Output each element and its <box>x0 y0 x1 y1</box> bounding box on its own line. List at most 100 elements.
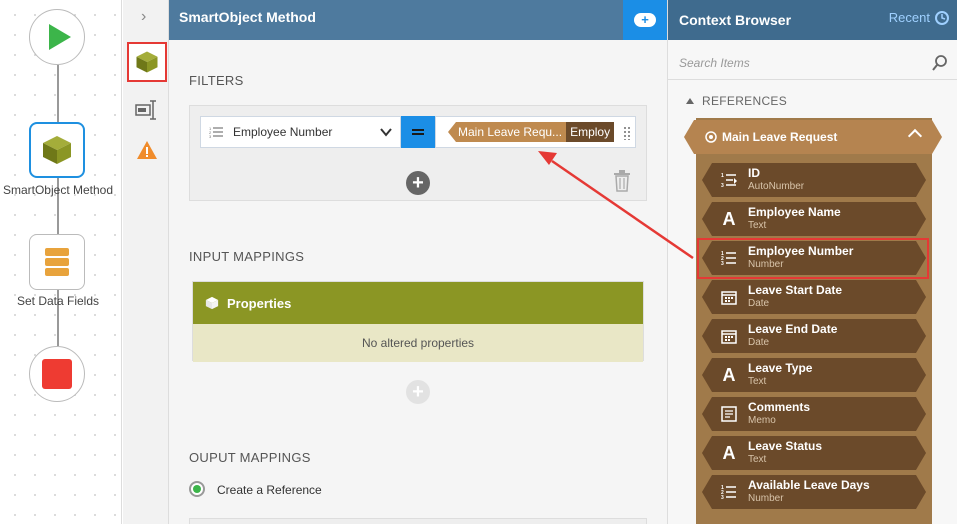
smartobject-tab[interactable] <box>127 42 167 82</box>
field-type: AutoNumber <box>748 181 805 192</box>
filter-box: 1 2 3 Employee Number Main Leave Requ...… <box>189 105 647 201</box>
filter-value-input[interactable]: Main Leave Requ... Employ <box>435 116 636 148</box>
rename-tab[interactable] <box>127 90 167 130</box>
svg-text:1: 1 <box>721 173 724 179</box>
field-type: Date <box>748 298 770 309</box>
highlight-box <box>697 238 929 279</box>
field-type: Memo <box>748 415 776 426</box>
references-section[interactable]: REFERENCES <box>686 94 787 108</box>
chevron-right-icon[interactable]: › <box>141 8 146 26</box>
no-altered-properties: No altered properties <box>193 324 643 362</box>
smartobject-method-node[interactable] <box>29 122 85 178</box>
token-field: Employ <box>566 122 615 142</box>
field-item[interactable]: Leave Start Date Date <box>702 280 926 314</box>
chevron-up-icon <box>908 129 922 143</box>
properties-icon-strip: › <box>123 0 169 524</box>
set-data-fields-node[interactable] <box>29 234 85 290</box>
add-to-context-button[interactable]: + <box>623 0 667 40</box>
output-mappings-title: OUPUT MAPPINGS <box>189 450 311 465</box>
text-icon: A <box>722 208 736 229</box>
chevron-down-icon <box>380 128 392 137</box>
field-name: Leave Type <box>748 361 813 375</box>
svg-text:3: 3 <box>721 183 724 188</box>
smartobject-method-label: SmartObject Method <box>2 183 114 197</box>
field-type: Text <box>748 220 767 231</box>
output-box <box>189 518 647 524</box>
trash-icon[interactable] <box>613 170 631 192</box>
field-type: Number <box>748 493 784 504</box>
field-type: Date <box>748 337 770 348</box>
token-reference: Main Leave Requ... <box>448 122 567 142</box>
workflow-canvas[interactable]: SmartObject Method Set Data Fields <box>0 0 122 524</box>
start-node[interactable] <box>29 9 85 65</box>
field-item[interactable]: 13 ID AutoNumber <box>702 163 926 197</box>
memo-icon <box>720 405 738 423</box>
date-icon <box>720 327 738 345</box>
stop-icon <box>42 359 72 389</box>
context-browser-header: Context Browser Recent <box>668 0 957 40</box>
field-type: Text <box>748 454 767 465</box>
set-data-fields-label: Set Data Fields <box>16 294 100 308</box>
field-name: ID <box>748 166 760 180</box>
play-icon <box>49 24 71 50</box>
field-item[interactable]: A Leave Status Text <box>702 436 926 470</box>
rename-icon <box>135 100 156 120</box>
number-list-icon: 1 2 3 <box>209 126 223 138</box>
create-reference-radio[interactable] <box>189 481 205 497</box>
autonumber-icon: 13 <box>720 171 738 189</box>
create-reference-label: Create a Reference <box>217 483 322 497</box>
clock-icon <box>935 10 949 25</box>
text-icon: A <box>722 364 736 385</box>
field-item[interactable]: A Leave Type Text <box>702 358 926 392</box>
equals-icon <box>412 129 424 131</box>
context-browser: Context Browser Recent Search Items REFE… <box>667 0 957 524</box>
field-name: Comments <box>748 400 811 414</box>
smartobject-method-panel: SmartObject Method + FILTERS 1 2 3 Emplo… <box>169 0 667 524</box>
properties-label: Properties <box>227 295 292 311</box>
field-name: Leave End Date <box>748 322 838 336</box>
filter-row: 1 2 3 Employee Number Main Leave Requ...… <box>200 116 636 148</box>
search-icon[interactable] <box>932 55 948 71</box>
filter-field-value: Employee Number <box>233 125 333 139</box>
reference-main-leave-request[interactable]: Main Leave Request <box>684 120 942 154</box>
filters-title: FILTERS <box>189 73 244 88</box>
connector-line <box>57 65 59 122</box>
field-name: Leave Start Date <box>748 283 843 297</box>
panel-header: SmartObject Method + <box>169 0 667 40</box>
filter-field-select[interactable]: 1 2 3 Employee Number <box>200 116 401 148</box>
properties-header[interactable]: Properties <box>193 282 643 324</box>
warning-icon <box>137 141 157 159</box>
field-name: Available Leave Days <box>748 478 870 492</box>
collapse-triangle-icon <box>686 98 694 104</box>
field-name: Leave Status <box>748 439 823 453</box>
add-filter-button[interactable]: + <box>406 171 430 195</box>
field-item[interactable]: A Employee Name Text <box>702 202 926 236</box>
cube-icon <box>205 296 219 310</box>
properties-card: Properties No altered properties <box>192 281 644 362</box>
search-input[interactable]: Search Items <box>668 46 957 80</box>
text-icon: A <box>722 442 736 463</box>
references-label: REFERENCES <box>702 94 788 108</box>
recent-button[interactable]: Recent <box>889 10 949 25</box>
field-type: Text <box>748 376 767 387</box>
field-item[interactable]: Leave End Date Date <box>702 319 926 353</box>
reference-token[interactable]: Main Leave Requ... Employ <box>448 122 615 142</box>
svg-text:3: 3 <box>209 134 212 138</box>
svg-text:3: 3 <box>721 495 724 500</box>
add-mapping-button[interactable]: + <box>406 380 430 404</box>
date-icon <box>720 288 738 306</box>
equals-operator-button[interactable] <box>401 116 435 148</box>
cube-icon <box>43 136 71 164</box>
recent-label: Recent <box>888 10 930 25</box>
radio-selected-dot <box>193 485 201 493</box>
cube-icon <box>136 51 158 73</box>
reference-name: Main Leave Request <box>722 130 838 144</box>
field-name: Employee Name <box>748 205 841 219</box>
reference-icon <box>704 130 718 144</box>
field-item[interactable]: Comments Memo <box>702 397 926 431</box>
warning-tab[interactable] <box>127 130 167 170</box>
end-node[interactable] <box>29 346 85 402</box>
plus-icon: + <box>634 13 656 27</box>
drag-handle-icon[interactable] <box>623 126 631 140</box>
field-item[interactable]: 123 Available Leave Days Number <box>702 475 926 509</box>
